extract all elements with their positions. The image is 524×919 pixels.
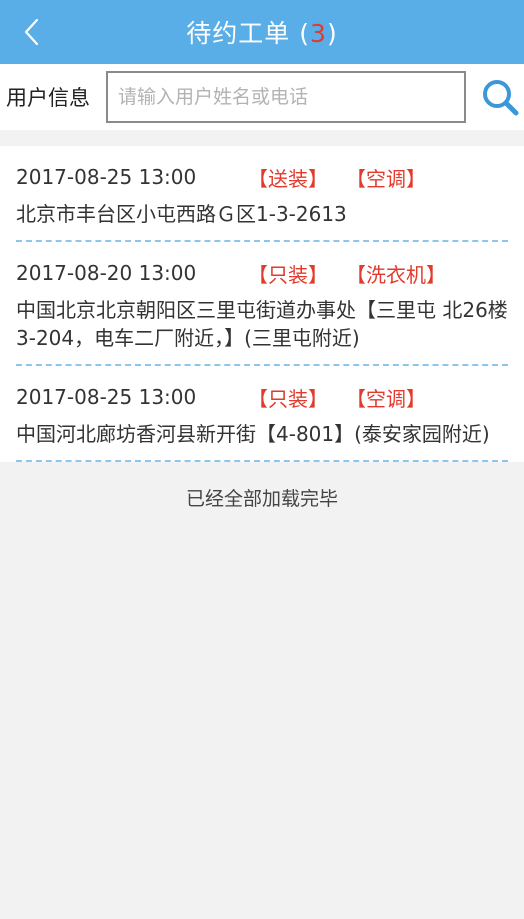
- chevron-left-icon: [24, 18, 39, 46]
- search-button[interactable]: [480, 77, 520, 117]
- order-header: 2017-08-25 13:00 【送装】 【空调】: [16, 156, 508, 198]
- search-label: 用户信息: [6, 86, 90, 110]
- service-type-tag: 【只装】: [248, 262, 328, 287]
- page-title: 待约工单 (3): [186, 14, 337, 50]
- product-type-tag: 【空调】: [346, 386, 426, 411]
- count-open-paren: (: [299, 19, 311, 48]
- dashed-divider: [16, 460, 508, 462]
- service-type-tag: 【只装】: [248, 386, 328, 411]
- search-input[interactable]: [106, 71, 466, 123]
- top-nav-bar: 待约工单 (3): [0, 0, 524, 64]
- product-type-tag: 【洗衣机】: [346, 262, 446, 287]
- order-datetime: 2017-08-25 13:00: [16, 385, 197, 409]
- order-list: 2017-08-25 13:00 【送装】 【空调】 北京市丰台区小屯西路Ｇ区1…: [0, 146, 524, 462]
- service-type-tag: 【送装】: [248, 166, 328, 191]
- order-item[interactable]: 2017-08-25 13:00 【只装】 【空调】 中国河北廊坊香河县新开街【…: [0, 366, 524, 462]
- order-header: 2017-08-20 13:00 【只装】 【洗衣机】: [16, 252, 508, 294]
- pending-count-badge: 3: [310, 19, 327, 48]
- order-datetime: 2017-08-25 13:00: [16, 165, 197, 189]
- order-item[interactable]: 2017-08-25 13:00 【送装】 【空调】 北京市丰台区小屯西路Ｇ区1…: [0, 146, 524, 242]
- search-icon: [483, 80, 519, 116]
- order-header: 2017-08-25 13:00 【只装】 【空调】: [16, 376, 508, 418]
- search-bar: 用户信息: [0, 64, 524, 130]
- order-item[interactable]: 2017-08-20 13:00 【只装】 【洗衣机】 中国北京北京朝阳区三里屯…: [0, 242, 524, 366]
- load-complete-text: 已经全部加载完毕: [185, 488, 338, 510]
- order-address: 北京市丰台区小屯西路Ｇ区1-3-2613: [16, 202, 347, 226]
- page-title-text: 待约工单: [186, 19, 291, 48]
- order-address: 中国河北廊坊香河县新开街【4-801】(泰安家园附近): [16, 422, 490, 446]
- product-type-tag: 【空调】: [346, 166, 426, 191]
- back-button[interactable]: [14, 14, 50, 50]
- order-datetime: 2017-08-20 13:00: [16, 261, 197, 285]
- count-close-paren: ): [326, 19, 338, 48]
- order-address: 中国北京北京朝阳区三里屯街道办事处【三里屯 北26楼3-204，电车二厂附近，】…: [16, 298, 508, 350]
